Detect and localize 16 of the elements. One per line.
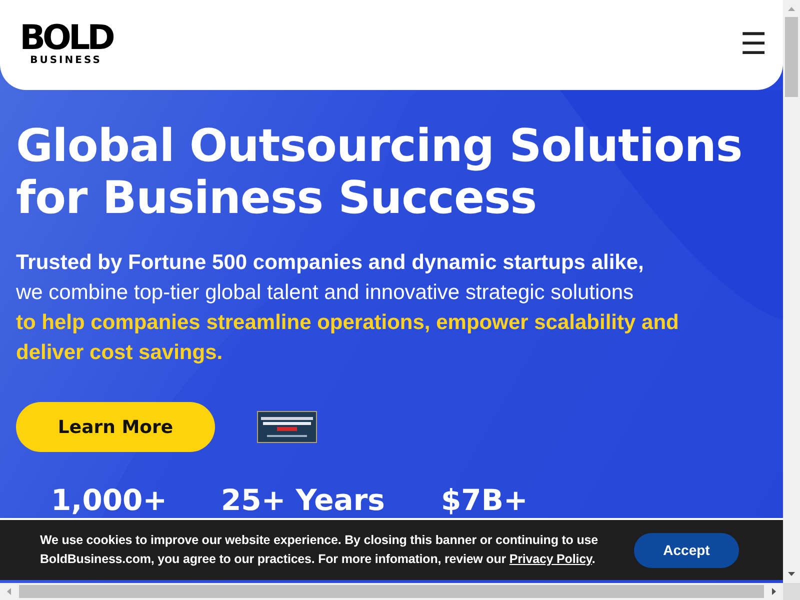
menu-button[interactable]: ☰ xyxy=(740,30,767,60)
scrollbar-thumb[interactable] xyxy=(19,585,764,598)
hero-description: Trusted by Fortune 500 companies and dynamic startups alike, we combine top-tier global talent and innovative strategic solutions to help companies streamline operations, empower scalability and deliver cost savings. xyxy=(16,250,680,366)
logo-wordmark[interactable]: BOLD xyxy=(20,24,112,52)
privacy-policy-link[interactable]: Privacy Policy xyxy=(509,552,592,566)
learn-more-button[interactable]: Learn More xyxy=(16,402,215,452)
accept-button[interactable]: Accept xyxy=(634,532,739,568)
scrollbar-corner xyxy=(783,583,800,600)
logo-tagline: BUSINESS xyxy=(30,54,102,66)
stat-value: 25+ Years xyxy=(221,482,386,519)
cookie-notice: We use cookies to improve our website experience. By closing this banner or continuing to use BoldBusiness.com, you agree to our practices. For more infomation, review our Privacy Policy. xyxy=(40,532,599,568)
stat-value: $7B+ xyxy=(441,482,529,519)
hero-heading: Global Outsourcing Solutions for Business Success xyxy=(16,120,744,224)
stat-value: 1,000+ xyxy=(51,482,168,519)
award-badge-icon xyxy=(257,411,317,443)
scrollbar-thumb[interactable] xyxy=(785,17,798,97)
